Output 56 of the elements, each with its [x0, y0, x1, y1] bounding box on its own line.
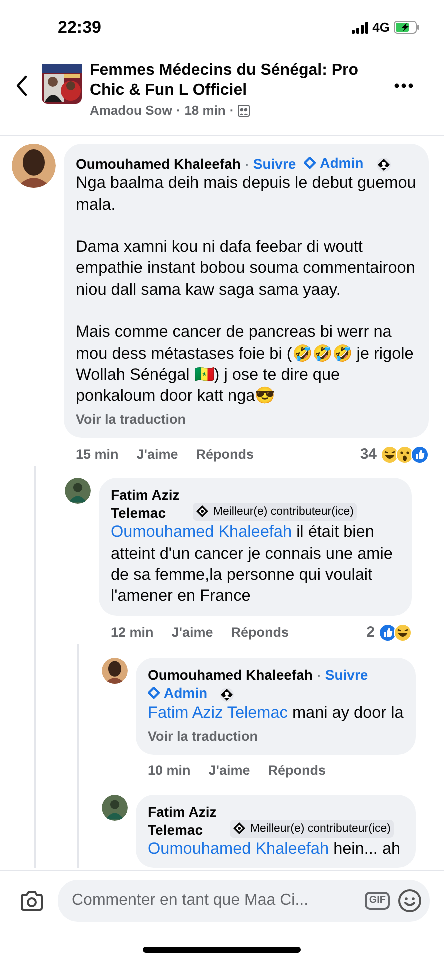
comment-text: Oumouhamed Khaleefah hein... ah [148, 839, 402, 860]
translate-link[interactable]: Voir la traduction [76, 410, 417, 430]
comment-text: Fatim Aziz Telemac mani ay door la [148, 703, 404, 724]
like-link[interactable]: J'aime [172, 622, 214, 643]
battery-icon [394, 21, 420, 34]
laughing-reaction-icon [394, 624, 412, 642]
author-name[interactable]: Oumouhamed Khaleefah [148, 667, 313, 683]
comment-time: 15 min [76, 446, 119, 464]
separator: · [316, 667, 322, 683]
author-name[interactable]: Fatim Aziz Telemac [148, 803, 226, 840]
comment-text: Dama xamni kou ni dafa feebar di woutt empathie instant bobou souma commentairoon niou dall sama kaw saga sama yaay. [76, 237, 416, 301]
comment-text: Nga baalma deih mais depuis le debut guemou mala. [76, 173, 417, 216]
comment-text: Oumouhamed Khaleefah il était bien atteint d'un cancer je connais une amie de sa femme,la personne qui voulait l'amener en France [111, 522, 394, 608]
group-audience-icon [238, 104, 250, 117]
more-icon[interactable] [394, 83, 414, 89]
contributor-badge: Meilleur(e) contributeur(ice) [230, 820, 394, 838]
gif-button[interactable]: GIF [365, 892, 390, 910]
network-label: 4G [372, 18, 390, 37]
translate-link[interactable]: Voir la traduction [148, 726, 404, 747]
like-reaction-icon [411, 446, 429, 464]
avatar[interactable] [65, 478, 91, 504]
comment-input-field[interactable]: Commenter en tant que Maa Ci... GIF [58, 880, 430, 922]
camera-icon[interactable] [20, 890, 44, 912]
comment-time: 10 min [148, 762, 191, 780]
mention-link[interactable]: Oumouhamed Khaleefah [148, 840, 330, 858]
group-title: Femmes Médecins du Sénégal: Pro Chic & Fun L Officiel [90, 61, 360, 101]
admin-badge: Admin [148, 684, 208, 702]
back-icon[interactable] [16, 75, 28, 97]
comment-text: Mais comme cancer de pancreas bi werr na mou dess métastases foie bi (🤣🤣🤣 je rigole Wollah Sénégal 🇸🇳) j ose te dire que ponkaloum door katt nga😎 [76, 322, 415, 408]
reaction-count: 2 [366, 622, 375, 642]
reaction-count: 34 [360, 444, 377, 465]
reply-link[interactable]: Réponds [268, 760, 326, 782]
avatar[interactable] [102, 658, 128, 684]
follow-link[interactable]: Suivre [325, 667, 368, 683]
author-name[interactable]: Oumouhamed Khaleefah [76, 156, 241, 172]
contributor-badge: Meilleur(e) contributeur(ice) [193, 502, 357, 521]
avatar[interactable] [12, 144, 56, 188]
clock-time: 22:39 [58, 16, 102, 39]
follow-link[interactable]: Suivre [253, 156, 296, 172]
avatar[interactable] [102, 795, 128, 822]
signal-icon [352, 22, 369, 34]
mention-link[interactable]: Fatim Aziz Telemac [148, 704, 288, 722]
reply-link[interactable]: Réponds [196, 444, 254, 466]
mention-link[interactable]: Oumouhamed Khaleefah [111, 523, 292, 542]
comment-time: 12 min [111, 624, 154, 642]
separator: · [244, 156, 250, 172]
separator: · [176, 102, 181, 120]
like-link[interactable]: J'aime [208, 760, 250, 782]
author-name[interactable]: Amadou Sow [90, 101, 172, 120]
emoji-icon[interactable] [398, 888, 422, 912]
author-name[interactable]: Fatim Aziz Telemac [111, 486, 190, 522]
like-link[interactable]: J'aime [136, 444, 178, 466]
reply-link[interactable]: Réponds [231, 622, 290, 643]
post-time: 18 min [184, 102, 226, 120]
admin-badge: Admin [304, 154, 364, 172]
separator: · [230, 102, 234, 120]
